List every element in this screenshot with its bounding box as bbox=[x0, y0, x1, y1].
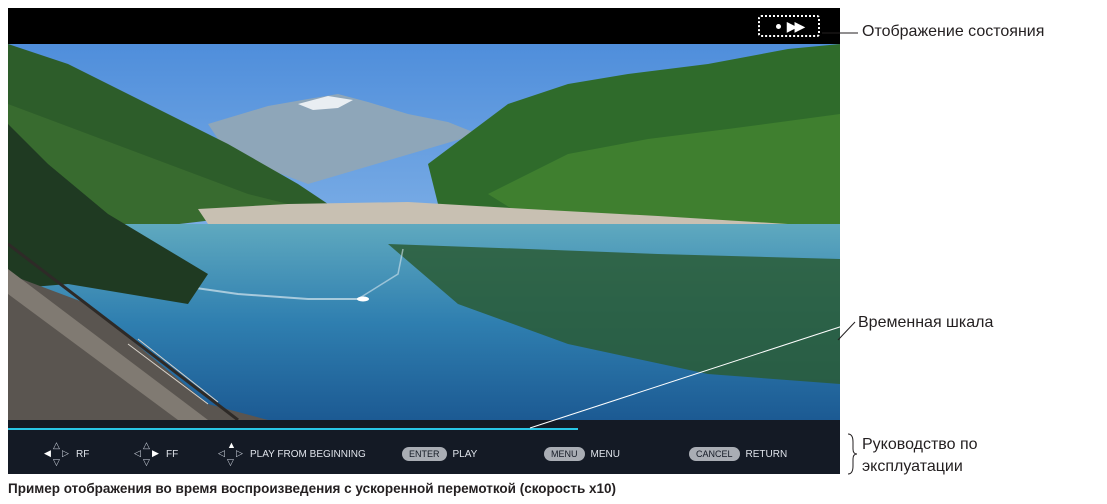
callout-guide-line2: эксплуатации bbox=[862, 458, 963, 475]
callout-timeline: Временная шкала bbox=[858, 314, 994, 331]
callout-guide-line1: Руководство по bbox=[862, 436, 978, 453]
callout-leaders bbox=[529, 32, 858, 475]
callout-status-display: Отображение состояния bbox=[862, 23, 1045, 40]
figure-caption: Пример отображения во время воспроизведе… bbox=[8, 481, 617, 496]
page: ▶▶ △ ▽ ◀ ▷ RF △ ▽ ◁ ▶ FF ▲ ▽ ◁ ▷ PLAY FR… bbox=[0, 0, 1107, 504]
